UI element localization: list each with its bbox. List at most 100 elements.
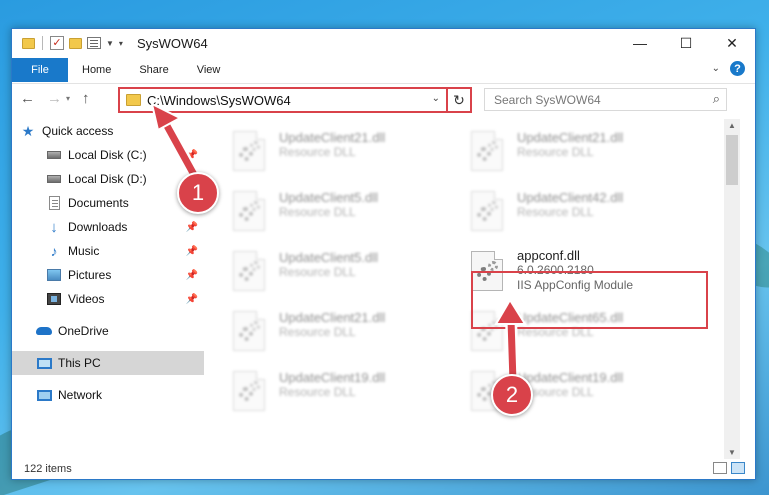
back-icon[interactable]: ← bbox=[20, 90, 35, 107]
folder-icon bbox=[126, 94, 141, 106]
ribbon-tabs: File Home Share View ⌄ ? bbox=[12, 57, 755, 84]
file-name: UpdateClient21.dll bbox=[279, 310, 386, 325]
address-path[interactable]: C:\Windows\SysWOW64 bbox=[147, 93, 291, 108]
close-button[interactable]: ✕ bbox=[709, 29, 755, 57]
sidebar-item-label: Music bbox=[68, 244, 100, 258]
computer-icon bbox=[36, 356, 52, 370]
sidebar-item-label: Local Disk (C:) bbox=[68, 148, 147, 162]
pin-icon[interactable]: 📌 bbox=[186, 246, 198, 257]
sidebar-item-label: Downloads bbox=[68, 220, 128, 234]
dll-file-icon bbox=[233, 311, 267, 351]
vertical-scrollbar[interactable]: ▲ ▼ bbox=[724, 119, 740, 459]
item-count: 122 items bbox=[24, 463, 72, 475]
scroll-down-icon[interactable]: ▼ bbox=[728, 448, 736, 457]
minimize-button[interactable]: — bbox=[617, 29, 663, 57]
address-row: ← → ▾ ↑ C:\Windows\SysWOW64 ⌄ ↻ Search S… bbox=[12, 85, 755, 115]
search-input[interactable]: Search SysWOW64 bbox=[494, 93, 601, 107]
tab-view[interactable]: View bbox=[183, 64, 235, 76]
video-icon bbox=[46, 292, 62, 306]
sidebar-item-label: Documents bbox=[68, 196, 129, 210]
dll-file-icon bbox=[233, 191, 267, 231]
pin-icon[interactable]: 📌 bbox=[186, 150, 198, 161]
file-name: UpdateClient5.dll bbox=[279, 250, 379, 265]
folder-icon bbox=[22, 37, 35, 49]
music-icon: ♪ bbox=[50, 243, 58, 259]
toolbar-divider bbox=[42, 36, 43, 50]
list-item[interactable]: UpdateClient21.dll Resource DLL bbox=[209, 125, 424, 181]
sidebar-item-music[interactable]: ♪ Music 📌 bbox=[12, 239, 204, 263]
tab-share[interactable]: Share bbox=[125, 64, 182, 76]
maximize-button[interactable]: ☐ bbox=[663, 29, 709, 57]
dll-file-icon bbox=[233, 371, 267, 411]
picture-icon bbox=[46, 268, 62, 282]
sidebar-item-local-disk-c[interactable]: Local Disk (C:) 📌 bbox=[12, 143, 204, 167]
tiles-view-icon[interactable] bbox=[731, 462, 745, 474]
sidebar-item-local-disk-d[interactable]: Local Disk (D:) bbox=[12, 167, 204, 191]
step-marker-2: 2 bbox=[491, 374, 533, 416]
title-bar[interactable]: ✓ ▼ ▾ SysWOW64 — ☐ ✕ bbox=[12, 29, 755, 57]
file-name: UpdateClient19.dll bbox=[279, 370, 386, 385]
expand-ribbon-icon[interactable]: ⌄ bbox=[712, 63, 720, 74]
scrollbar-thumb[interactable] bbox=[726, 135, 738, 185]
file-name: appconf.dll bbox=[517, 248, 580, 263]
file-type: Resource DLL bbox=[279, 325, 356, 339]
file-name: UpdateClient42.dll bbox=[517, 190, 624, 205]
sidebar-item-videos[interactable]: Videos 📌 bbox=[12, 287, 204, 311]
up-icon[interactable]: ↑ bbox=[82, 90, 90, 107]
chevron-down-icon[interactable]: ⌄ bbox=[432, 93, 440, 104]
sidebar-item-network[interactable]: Network bbox=[12, 383, 204, 407]
list-item[interactable]: UpdateClient42.dll Resource DLL bbox=[447, 185, 662, 241]
download-icon: ↓ bbox=[50, 218, 58, 236]
refresh-icon[interactable]: ↻ bbox=[446, 89, 470, 111]
file-name: UpdateClient21.dll bbox=[279, 130, 386, 145]
list-item[interactable]: UpdateClient21.dll Resource DLL bbox=[209, 305, 424, 361]
sidebar-item-label: OneDrive bbox=[58, 324, 109, 338]
sidebar-item-quick-access[interactable]: ★ Quick access bbox=[20, 119, 212, 143]
sidebar-item-pictures[interactable]: Pictures 📌 bbox=[12, 263, 204, 287]
file-name: UpdateClient5.dll bbox=[279, 190, 379, 205]
search-box[interactable]: Search SysWOW64 ⌕ bbox=[484, 88, 727, 111]
help-icon[interactable]: ? bbox=[730, 61, 745, 76]
sidebar-item-label: Videos bbox=[68, 292, 105, 306]
scroll-up-icon[interactable]: ▲ bbox=[728, 121, 736, 130]
status-bar: 122 items bbox=[12, 458, 755, 480]
search-icon: ⌕ bbox=[712, 91, 720, 106]
sidebar-item-onedrive[interactable]: OneDrive bbox=[12, 319, 204, 343]
properties-check-icon[interactable]: ✓ bbox=[50, 36, 64, 50]
list-item[interactable]: UpdateClient21.dll Resource DLL bbox=[447, 125, 662, 181]
pin-icon[interactable]: 📌 bbox=[186, 294, 198, 305]
dll-file-icon bbox=[233, 131, 267, 171]
sidebar-item-label: Quick access bbox=[42, 124, 114, 138]
network-icon bbox=[36, 388, 52, 402]
tab-home[interactable]: Home bbox=[68, 64, 125, 76]
pin-icon[interactable]: 📌 bbox=[186, 222, 198, 233]
list-item[interactable]: UpdateClient19.dll Resource DLL bbox=[447, 365, 662, 421]
customize-toolbar-icon[interactable]: ▼ bbox=[106, 39, 114, 48]
details-view-icon[interactable] bbox=[713, 462, 727, 474]
forward-icon[interactable]: → bbox=[47, 90, 62, 107]
sidebar-item-this-pc[interactable]: This PC bbox=[12, 351, 204, 375]
dll-file-icon bbox=[471, 191, 505, 231]
file-type: Resource DLL bbox=[279, 265, 356, 279]
recent-locations-icon[interactable]: ▾ bbox=[66, 94, 70, 103]
new-folder-icon[interactable] bbox=[69, 37, 82, 49]
list-item[interactable]: UpdateClient5.dll Resource DLL bbox=[209, 185, 424, 241]
file-type: Resource DLL bbox=[517, 205, 594, 219]
star-icon: ★ bbox=[21, 122, 35, 139]
file-type: Resource DLL bbox=[279, 385, 356, 399]
properties-icon[interactable] bbox=[87, 37, 101, 49]
file-explorer-window: ✓ ▼ ▾ SysWOW64 — ☐ ✕ File Home Share Vie… bbox=[11, 28, 756, 480]
tab-file[interactable]: File bbox=[12, 58, 68, 82]
list-item[interactable]: UpdateClient5.dll Resource DLL bbox=[209, 245, 424, 301]
file-type: Resource DLL bbox=[517, 145, 594, 159]
pin-icon[interactable]: 📌 bbox=[186, 270, 198, 281]
list-item[interactable]: UpdateClient19.dll Resource DLL bbox=[209, 365, 424, 421]
sidebar-item-label: Local Disk (D:) bbox=[68, 172, 147, 186]
address-bar[interactable]: C:\Windows\SysWOW64 ⌄ ↻ bbox=[118, 87, 472, 113]
file-name: UpdateClient21.dll bbox=[517, 130, 624, 145]
window-title: SysWOW64 bbox=[136, 35, 208, 51]
toolbar-dropdown-icon[interactable]: ▾ bbox=[119, 39, 123, 48]
selected-file-highlight bbox=[471, 271, 708, 329]
sidebar-item-documents[interactable]: Documents 📌 bbox=[12, 191, 204, 215]
sidebar-item-downloads[interactable]: ↓ Downloads 📌 bbox=[12, 215, 204, 239]
